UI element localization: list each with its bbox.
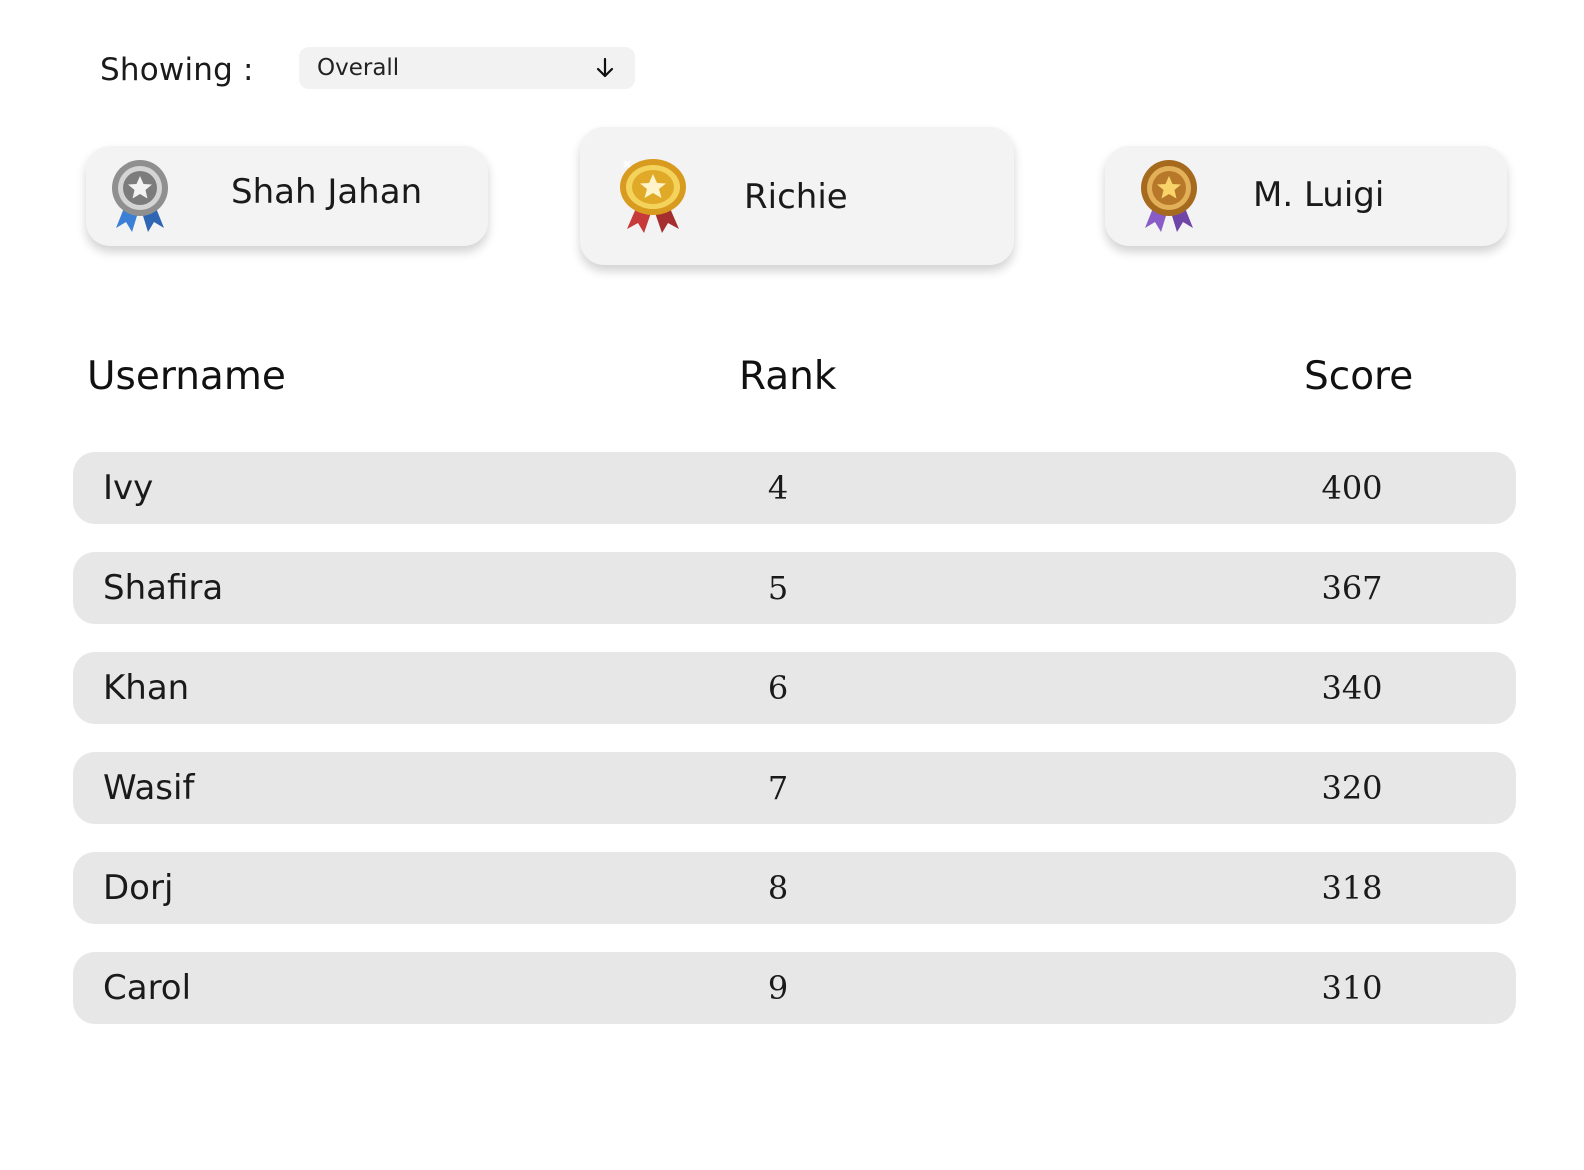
table-row[interactable]: Wasif 7 320	[73, 752, 1516, 824]
row-rank: 4	[767, 469, 789, 507]
leaderboard-filter-dropdown[interactable]: Overall	[299, 47, 635, 89]
row-username: Ivy	[103, 468, 154, 508]
leaderboard-table-header: Username Rank Score	[0, 350, 1584, 404]
podium-name-first: Richie	[744, 177, 848, 217]
row-score: 400	[1321, 469, 1383, 507]
podium-card-third[interactable]: M. Luigi	[1105, 146, 1507, 246]
silver-medal-icon	[108, 158, 172, 238]
header-username: Username	[87, 354, 286, 399]
row-username: Shafira	[103, 568, 224, 608]
leaderboard-rows: Ivy 4 400 Shafira 5 367 Khan 6 340 Wasif…	[73, 452, 1516, 1052]
table-row[interactable]: Ivy 4 400	[73, 452, 1516, 524]
table-row[interactable]: Dorj 8 318	[73, 852, 1516, 924]
row-score: 310	[1321, 969, 1383, 1007]
podium-name-third: M. Luigi	[1253, 175, 1385, 215]
podium-card-second[interactable]: Shah Jahan	[86, 146, 488, 246]
row-username: Dorj	[103, 868, 174, 908]
row-rank: 8	[767, 869, 789, 907]
arrow-down-icon	[593, 56, 617, 80]
podium-name-second: Shah Jahan	[231, 172, 423, 212]
row-rank: 5	[767, 569, 789, 607]
row-score: 318	[1321, 869, 1383, 907]
showing-label: Showing :	[100, 52, 254, 88]
row-rank: 9	[767, 969, 789, 1007]
row-score: 320	[1321, 769, 1383, 807]
filter-selected-value: Overall	[317, 55, 400, 81]
row-username: Wasif	[103, 768, 195, 808]
header-score: Score	[1304, 354, 1414, 399]
bronze-medal-icon	[1137, 158, 1201, 238]
table-row[interactable]: Khan 6 340	[73, 652, 1516, 724]
row-username: Carol	[103, 968, 192, 1008]
gold-medal-icon	[618, 157, 686, 237]
podium-card-first[interactable]: Richie	[580, 127, 1014, 265]
row-rank: 6	[767, 669, 789, 707]
table-row[interactable]: Carol 9 310	[73, 952, 1516, 1024]
row-score: 367	[1321, 569, 1383, 607]
header-rank: Rank	[739, 354, 837, 399]
table-row[interactable]: Shafira 5 367	[73, 552, 1516, 624]
row-username: Khan	[103, 668, 190, 708]
row-rank: 7	[767, 769, 789, 807]
row-score: 340	[1321, 669, 1383, 707]
